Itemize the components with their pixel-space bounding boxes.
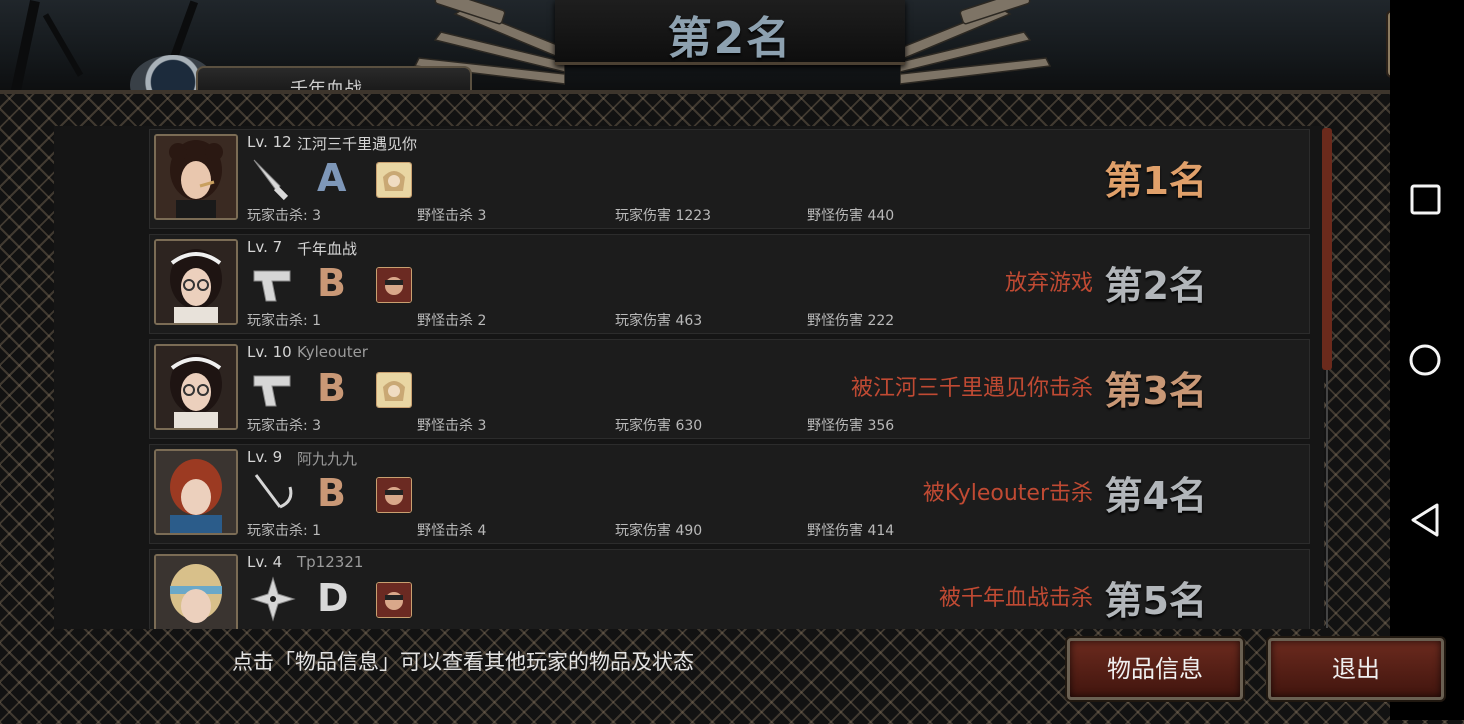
player-kills: 玩家击杀: 3 xyxy=(247,208,322,224)
player-level: Lv. 7 xyxy=(247,238,283,256)
footer-bar: 点击「物品信息」可以查看其他玩家的物品及状态 物品信息 退出 xyxy=(0,628,1444,720)
player-level: Lv. 9 xyxy=(247,448,283,466)
square-nav-icon[interactable] xyxy=(1405,180,1445,220)
rank-label: 第4名 xyxy=(1104,474,1207,518)
tree-branch xyxy=(42,13,84,77)
ranking-row-5[interactable]: Lv. 4 Tp12321 D 被千年血战击杀 第5名 xyxy=(149,549,1310,629)
monster-damage: 野怪伤害 414 xyxy=(807,523,895,539)
ranking-row-3[interactable]: Lv. 10 Kyleouter B 玩家击杀: 3 野怪击杀 3 玩家伤害 6… xyxy=(149,339,1310,439)
monster-damage: 野怪伤害 222 xyxy=(807,313,895,329)
monster-kills: 野怪击杀 2 xyxy=(417,313,487,329)
ranking-row-4[interactable]: Lv. 9 阿九九九 B 玩家击杀: 1 野怪击杀 4 玩家伤害 490 野怪伤… xyxy=(149,444,1310,544)
monster-kills: 野怪击杀 4 xyxy=(417,523,487,539)
grade-badge: B xyxy=(317,261,346,305)
elimination-status: 被千年血战击杀 xyxy=(938,586,1093,611)
player-avatar[interactable] xyxy=(154,344,238,430)
player-level: Lv. 12 xyxy=(247,133,292,151)
elimination-status: 放弃游戏 xyxy=(1004,271,1093,296)
item-icon[interactable] xyxy=(376,162,412,198)
player-name: 千年血战 xyxy=(297,240,358,258)
player-damage: 玩家伤害 490 xyxy=(615,523,703,539)
monster-damage: 野怪伤害 440 xyxy=(807,208,895,224)
tree-branch xyxy=(169,0,199,60)
item-info-button[interactable]: 物品信息 xyxy=(1067,638,1243,700)
player-avatar[interactable] xyxy=(154,449,238,535)
scrollbar-thumb[interactable] xyxy=(1322,128,1332,370)
player-damage: 玩家伤害 1223 xyxy=(615,208,712,224)
player-kills: 玩家击杀: 1 xyxy=(247,523,322,539)
pistol-icon xyxy=(253,270,291,302)
item-icon[interactable] xyxy=(376,582,412,618)
player-kills: 玩家击杀: 3 xyxy=(247,418,322,434)
elimination-status: 被江河三千里遇见你击杀 xyxy=(850,376,1093,401)
page-title: 第2名 xyxy=(667,13,793,64)
item-icon[interactable] xyxy=(376,372,412,408)
player-level: Lv. 10 xyxy=(247,343,292,361)
grade-badge: D xyxy=(317,576,349,620)
ranking-list[interactable]: Lv. 12 江河三千里遇见你 A 玩家击杀: 3 野怪击杀 3 玩家伤害 12… xyxy=(54,126,1324,629)
item-icon[interactable] xyxy=(376,267,412,303)
player-name: Kyleouter xyxy=(297,343,368,361)
player-damage: 玩家伤害 463 xyxy=(615,313,703,329)
title-banner: 第2名 xyxy=(555,0,905,65)
knife-icon xyxy=(253,159,289,201)
ranking-row-1[interactable]: Lv. 12 江河三千里遇见你 A 玩家击杀: 3 野怪击杀 3 玩家伤害 12… xyxy=(149,129,1310,229)
pistol-icon xyxy=(253,375,291,407)
rank-label: 第5名 xyxy=(1104,579,1207,623)
tree-trunk xyxy=(10,0,40,96)
elimination-status: 被Kyleouter击杀 xyxy=(922,481,1093,506)
hint-text: 点击「物品信息」可以查看其他玩家的物品及状态 xyxy=(232,650,694,674)
player-name: Tp12321 xyxy=(297,553,364,571)
rank-label: 第2名 xyxy=(1104,264,1207,308)
rank-label: 第3名 xyxy=(1104,369,1207,413)
grade-badge: B xyxy=(317,471,346,515)
monster-kills: 野怪击杀 3 xyxy=(417,208,487,224)
ranking-row-2[interactable]: Lv. 7 千年血战 B 玩家击杀: 1 野怪击杀 2 玩家伤害 463 野怪伤… xyxy=(149,234,1310,334)
player-level: Lv. 4 xyxy=(247,553,283,571)
wing-ornament-right xyxy=(900,0,1052,85)
player-damage: 玩家伤害 630 xyxy=(615,418,703,434)
player-name: 阿九九九 xyxy=(297,450,358,468)
back-triangle-icon[interactable] xyxy=(1405,500,1445,540)
player-avatar[interactable] xyxy=(154,554,238,629)
item-icon[interactable] xyxy=(376,477,412,513)
shuriken-icon xyxy=(250,576,296,622)
player-name: 江河三千里遇见你 xyxy=(297,135,418,153)
player-kills: 玩家击杀: 1 xyxy=(247,313,322,329)
player-avatar[interactable] xyxy=(154,239,238,325)
circle-nav-icon[interactable] xyxy=(1405,340,1445,380)
monster-kills: 野怪击杀 3 xyxy=(417,418,487,434)
grade-badge: B xyxy=(317,366,346,410)
sickle-icon xyxy=(254,474,293,509)
monster-damage: 野怪伤害 356 xyxy=(807,418,895,434)
exit-button[interactable]: 退出 xyxy=(1268,638,1444,700)
rank-label: 第1名 xyxy=(1104,159,1207,203)
grade-badge: A xyxy=(317,156,347,200)
player-avatar[interactable] xyxy=(154,134,238,220)
